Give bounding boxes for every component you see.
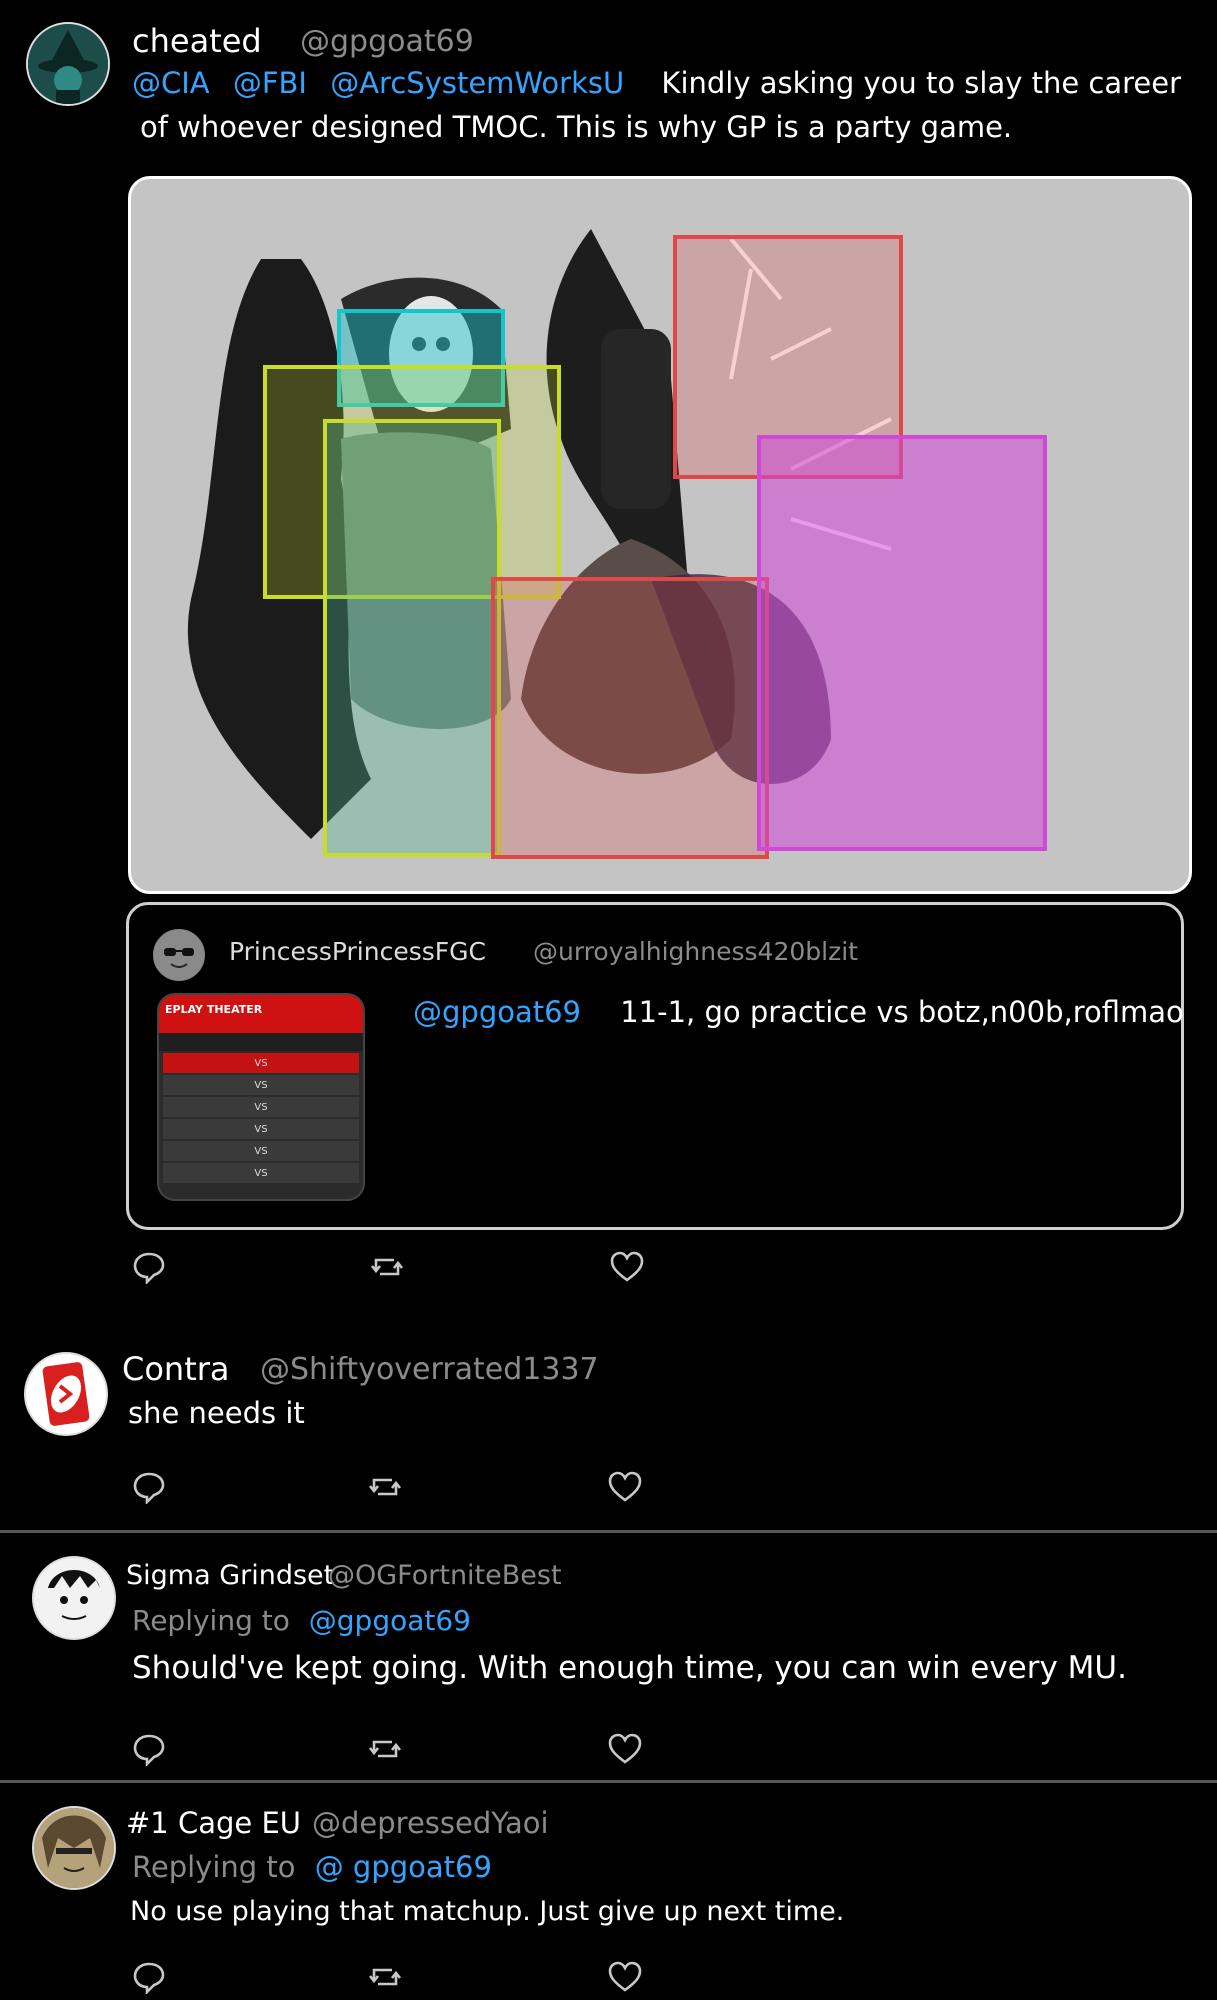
- display-name[interactable]: Contra: [122, 1350, 230, 1388]
- sketch-face-avatar-icon: [34, 1558, 114, 1638]
- reply-bubble-icon[interactable]: [132, 1470, 166, 1504]
- replay-row: VS: [163, 1053, 359, 1073]
- avatar[interactable]: [32, 1806, 116, 1890]
- retweet-icon[interactable]: [368, 1960, 402, 1994]
- anime-character-avatar-icon: [34, 1808, 114, 1888]
- display-name[interactable]: cheated: [132, 22, 262, 60]
- uno-reverse-card-icon: [26, 1354, 106, 1434]
- tweet-text: she needs it: [128, 1396, 305, 1430]
- handle[interactable]: @gpgoat69: [300, 24, 474, 59]
- mention-link[interactable]: @ gpgoat69: [315, 1850, 492, 1884]
- quote-text: @gpgoat69 11-1, go practice vs botz,n00b…: [413, 995, 1184, 1029]
- tweet-text-line2: of whoever designed TMOC. This is why GP…: [140, 110, 1013, 144]
- tweet-cage-eu: #1 Cage EU @depressedYaoi Replying to @ …: [0, 1790, 1217, 2000]
- avatar[interactable]: [32, 1556, 116, 1640]
- mention-link[interactable]: @CIA: [132, 66, 210, 100]
- avatar[interactable]: [153, 929, 205, 981]
- replay-row: VS: [163, 1163, 359, 1183]
- replay-row: VS: [163, 1141, 359, 1161]
- tweet-text: No use playing that matchup. Just give u…: [130, 1896, 845, 1927]
- quoted-tweet[interactable]: PrincessPrincessFGC @urroyalhighness420b…: [126, 902, 1184, 1230]
- attached-image[interactable]: [128, 176, 1192, 894]
- tweet-text: Should've kept going. With enough time, …: [132, 1650, 1127, 1686]
- quote-display-name[interactable]: PrincessPrincessFGC: [229, 937, 486, 966]
- heart-icon[interactable]: [608, 1470, 642, 1504]
- mention-link[interactable]: @ArcSystemWorksU: [330, 66, 624, 100]
- mention-link[interactable]: @gpgoat69: [413, 995, 581, 1029]
- avatar[interactable]: [24, 1352, 108, 1436]
- mention-link[interactable]: @gpgoat69: [309, 1604, 471, 1637]
- replay-row: VS: [163, 1075, 359, 1095]
- handle[interactable]: @OGFortniteBest: [328, 1560, 562, 1591]
- display-name[interactable]: Sigma Grindset: [126, 1560, 334, 1591]
- retweet-icon[interactable]: [370, 1250, 404, 1284]
- display-name[interactable]: #1 Cage EU: [126, 1806, 301, 1840]
- hitbox-magenta: [757, 435, 1047, 851]
- reply-bubble-icon[interactable]: [132, 1960, 166, 1994]
- hitbox-red-lower: [491, 577, 769, 859]
- avatar[interactable]: [26, 22, 110, 106]
- witch-avatar-icon: [28, 24, 108, 104]
- heart-icon[interactable]: [610, 1250, 644, 1284]
- mention-link[interactable]: @FBI: [233, 66, 307, 100]
- divider: [0, 1530, 1217, 1533]
- reply-bubble-icon[interactable]: [132, 1732, 166, 1766]
- replying-to: Replying to @ gpgoat69: [132, 1850, 492, 1884]
- tweet-text-line1: Kindly asking you to slay the career: [661, 66, 1182, 100]
- handle[interactable]: @depressedYaoi: [312, 1806, 549, 1840]
- tweet-text: @CIA @FBI @ArcSystemWorksU Kindly asking…: [132, 66, 1181, 100]
- sunglasses-avatar-icon: [154, 930, 204, 980]
- hitbox-lime-lower: [323, 419, 501, 857]
- replay-row: VS: [163, 1097, 359, 1117]
- tweet-contra: Contra @Shiftyoverrated1337 she needs it: [0, 1340, 1217, 1530]
- tweet-cheated: cheated @gpgoat69 @CIA @FBI @ArcSystemWo…: [0, 0, 1217, 1320]
- heart-icon[interactable]: [608, 1732, 642, 1766]
- handle[interactable]: @Shiftyoverrated1337: [260, 1352, 599, 1387]
- retweet-icon[interactable]: [368, 1732, 402, 1766]
- divider: [0, 1780, 1217, 1783]
- reply-bubble-icon[interactable]: [132, 1250, 166, 1284]
- replying-to: Replying to @gpgoat69: [132, 1604, 471, 1637]
- heart-icon[interactable]: [608, 1960, 642, 1994]
- replay-theater-screenshot[interactable]: EPLAY THEATER VS VS VS VS VS VS: [157, 993, 365, 1201]
- replay-theater-title: EPLAY THEATER: [159, 995, 363, 1033]
- tweet-sigma-grindset: Sigma Grindset @OGFortniteBest Replying …: [0, 1540, 1217, 1780]
- quote-handle[interactable]: @urroyalhighness420blzit: [533, 937, 858, 966]
- retweet-icon[interactable]: [368, 1470, 402, 1504]
- replay-row: VS: [163, 1119, 359, 1139]
